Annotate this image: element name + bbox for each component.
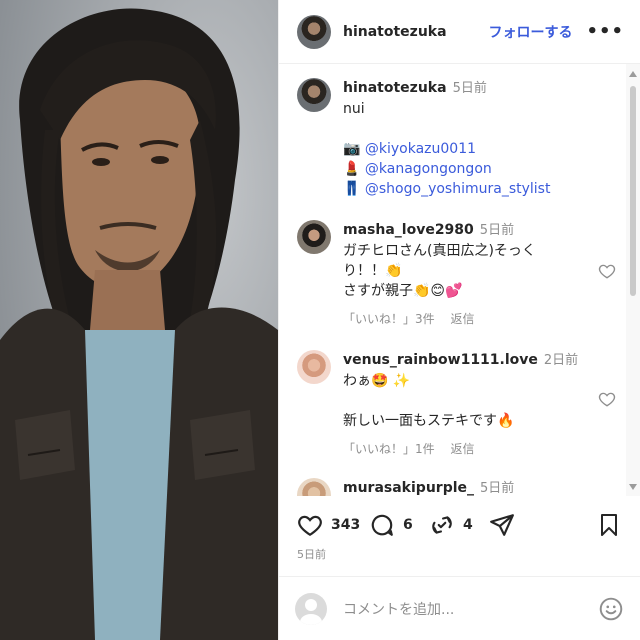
caption-credit: 👖 @shogo_yoshimura_stylist: [343, 179, 620, 199]
follow-button[interactable]: フォローする: [488, 22, 572, 42]
reply-button[interactable]: 返信: [450, 442, 474, 456]
comment-time[interactable]: 5日前: [480, 481, 514, 496]
post-date: 5日前: [297, 548, 326, 561]
reposts-count[interactable]: 4: [463, 517, 473, 533]
caption-credit: 📷 @kiyokazu0011: [343, 139, 620, 159]
comment-text: ガチヒロさん(真田広之)そっく: [343, 243, 536, 259]
caption-time[interactable]: 5日前: [453, 81, 487, 96]
comment-avatar[interactable]: [297, 220, 331, 254]
action-bar: 343 6 4: [279, 500, 640, 558]
mention-link[interactable]: @kiyokazu0011: [365, 141, 476, 157]
comment-text: り！！👏: [343, 263, 403, 279]
caption-username[interactable]: hinatotezuka: [343, 80, 447, 96]
scrollbar-thumb[interactable]: [630, 86, 636, 296]
post-photo: [0, 0, 278, 640]
scroll-down-arrow-icon[interactable]: [629, 484, 637, 490]
comment-item: murasakipurple_ 5日前: [297, 478, 620, 496]
comment-time[interactable]: 5日前: [480, 223, 514, 238]
comment-item: venus_rainbow1111.love 2日前 わぁ🤩 ✨ 新しい一面もステ…: [297, 350, 620, 459]
emoji-icon[interactable]: [598, 596, 624, 622]
add-comment-bar: コメントを追加...: [279, 576, 640, 640]
post-header: hinatotezuka フォローする •••: [279, 0, 640, 64]
mention-link[interactable]: @shogo_yoshimura_stylist: [365, 181, 551, 197]
bookmark-icon[interactable]: [597, 512, 621, 538]
comment-username[interactable]: murasakipurple_: [343, 480, 474, 496]
portrait-illustration: [0, 0, 278, 640]
comment-bubble-icon[interactable]: [369, 512, 395, 538]
current-user-avatar: [295, 592, 327, 625]
send-icon[interactable]: [489, 512, 515, 538]
caption: hinatotezuka 5日前 nui 📷 @kiyokazu0011 💄 @k…: [297, 78, 620, 199]
comment-text: わぁ🤩 ✨: [343, 373, 411, 389]
likes-count[interactable]: 343: [331, 517, 360, 533]
comment-username[interactable]: masha_love2980: [343, 222, 474, 238]
comment-avatar[interactable]: [297, 478, 331, 496]
comment-action[interactable]: 6: [369, 512, 413, 538]
caption-credit: 💄 @kanagongongon: [343, 159, 620, 179]
comment-item: masha_love2980 5日前 ガチヒロさん(真田広之)そっく り！！👏 さ…: [297, 220, 620, 329]
caption-text: nui: [343, 101, 365, 117]
comment-like-heart-icon[interactable]: [598, 390, 616, 408]
more-options-icon[interactable]: •••: [586, 21, 624, 42]
scroll-up-arrow-icon[interactable]: [629, 71, 637, 77]
share-action[interactable]: [489, 512, 515, 538]
comment-username[interactable]: venus_rainbow1111.love: [343, 352, 538, 368]
heart-icon[interactable]: [297, 512, 323, 538]
comments-scrollbar[interactable]: [626, 64, 640, 496]
post-detail-panel: hinatotezuka フォローする ••• hinatotezuka 5日前 …: [278, 0, 640, 640]
comment-input[interactable]: コメントを追加...: [343, 599, 454, 619]
like-action[interactable]: 343: [297, 512, 360, 538]
repost-icon[interactable]: [429, 512, 455, 538]
comments-count[interactable]: 6: [403, 517, 413, 533]
comment-text: さすが親子👏😊💕: [343, 283, 463, 299]
comment-avatar[interactable]: [297, 350, 331, 384]
caption-avatar[interactable]: [297, 78, 331, 112]
comment-like-heart-icon[interactable]: [598, 262, 616, 280]
camera-icon: 📷: [343, 141, 361, 157]
comment-likes-count[interactable]: 「いいね！」3件: [343, 312, 435, 326]
mention-link[interactable]: @kanagongongon: [365, 161, 492, 177]
comment-time[interactable]: 2日前: [544, 353, 578, 368]
save-action[interactable]: [597, 512, 621, 538]
comments-list[interactable]: hinatotezuka 5日前 nui 📷 @kiyokazu0011 💄 @k…: [279, 64, 640, 496]
comment-text: 新しい一面もステキです🔥: [343, 413, 515, 429]
repost-action[interactable]: 4: [429, 512, 473, 538]
reply-button[interactable]: 返信: [450, 312, 474, 326]
lipstick-icon: 💄: [343, 161, 361, 177]
jeans-icon: 👖: [343, 181, 361, 197]
author-username[interactable]: hinatotezuka: [343, 24, 447, 40]
comment-likes-count[interactable]: 「いいね！」1件: [343, 442, 435, 456]
author-avatar[interactable]: [297, 14, 331, 49]
